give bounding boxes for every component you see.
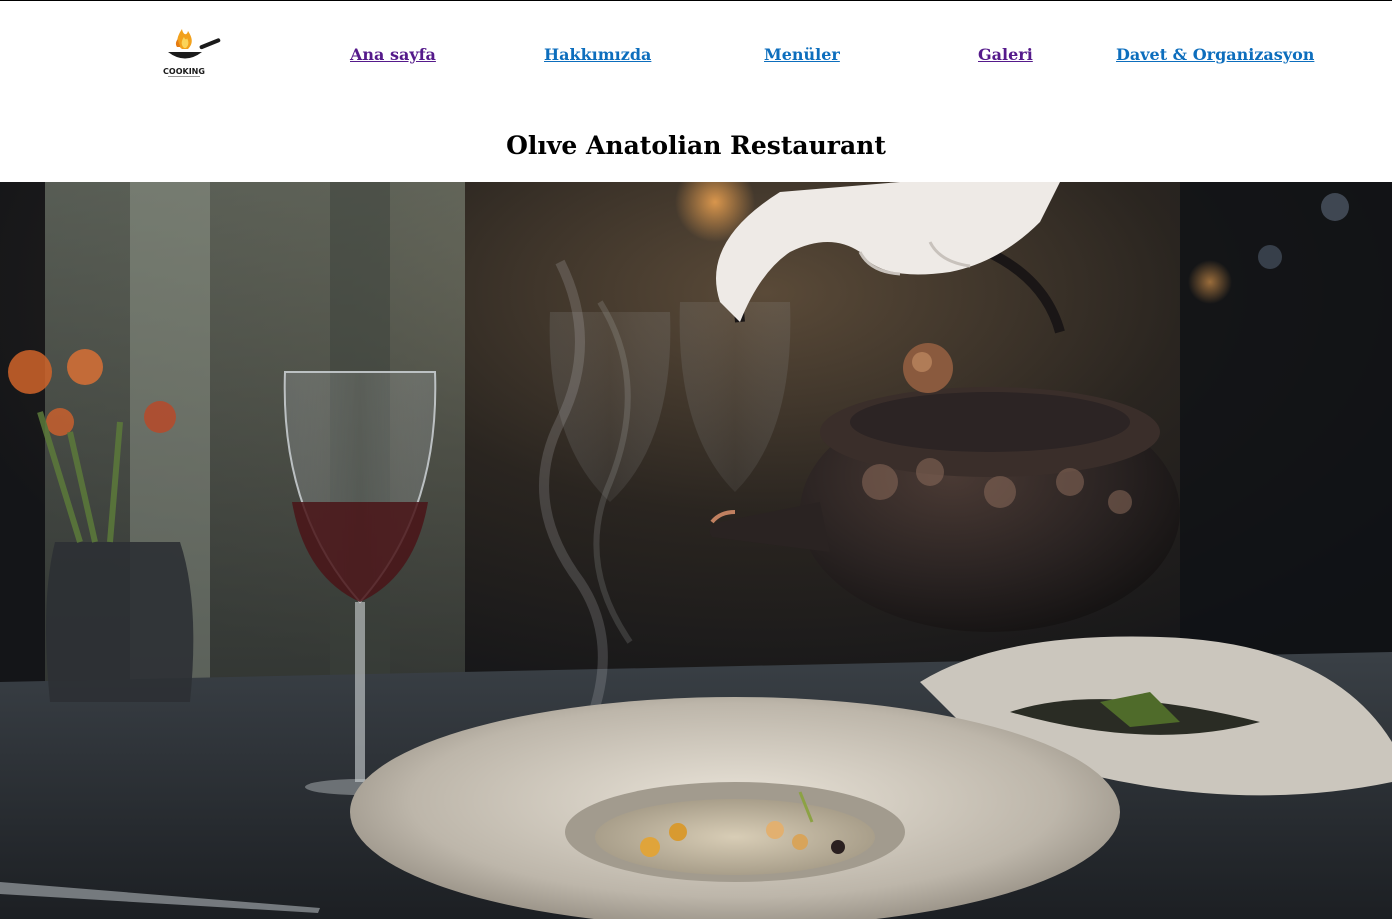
flaming-pan-icon: COOKING: [163, 29, 221, 77]
nav-link-home[interactable]: Ana sayfa: [350, 45, 436, 65]
page-title: Olıve Anatolian Restaurant: [506, 131, 886, 160]
site-logo[interactable]: COOKING: [158, 27, 224, 79]
site-header: COOKING Ana sayfa Hakkımızda Menüler Gal…: [0, 1, 1392, 97]
logo-text: COOKING: [163, 67, 205, 76]
nav-link-events[interactable]: Davet & Organizasyon: [1116, 45, 1314, 65]
nav-link-gallery[interactable]: Galeri: [978, 45, 1033, 65]
hero-image: [0, 182, 1392, 919]
page: COOKING Ana sayfa Hakkımızda Menüler Gal…: [0, 0, 1392, 919]
nav-link-about[interactable]: Hakkımızda: [544, 45, 651, 65]
hero-photo: [0, 182, 1392, 919]
nav-link-menus[interactable]: Menüler: [764, 45, 840, 65]
